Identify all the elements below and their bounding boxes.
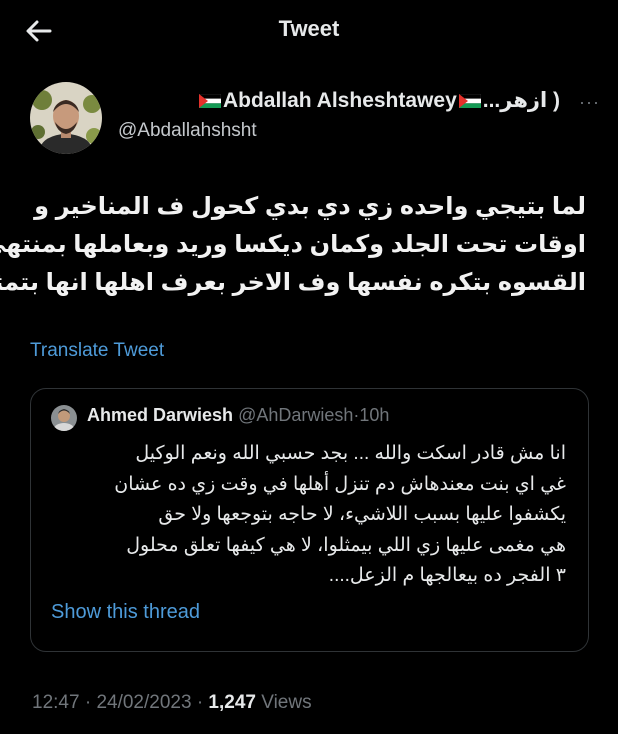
- quote-line: انا مش قادر اسكت والله ... بجد حسبي الله…: [135, 443, 566, 464]
- tweet-meta: 12:47 · 24/02/2023 · 1,247 Views: [32, 692, 312, 714]
- meta-separator: ·: [84, 692, 92, 713]
- more-options-button[interactable]: ···: [579, 92, 600, 113]
- quote-line: غي اي بنت معندهاش دم تنزل أهلها في وقت ز…: [114, 473, 566, 495]
- tweet-text: لما بتيجي واحده زي دي بدي كحول ف المناخي…: [0, 188, 586, 302]
- meta-separator: ·: [196, 692, 204, 713]
- quote-line: ٣ الفجر ده بيعالجها م الزعل....: [328, 565, 566, 586]
- top-bar: Tweet: [0, 0, 618, 60]
- quote-text: انا مش قادر اسكت والله ... بجد حسبي الله…: [46, 439, 566, 592]
- quote-timestamp: 10h: [359, 405, 390, 425]
- author-avatar[interactable]: [30, 82, 102, 154]
- avatar-image: [30, 82, 102, 154]
- views-label: Views: [261, 692, 312, 713]
- tweet-line: القسوه بتكره نفسها وف الاخر بعرف اهلها ا…: [0, 269, 586, 296]
- palestine-flag-icon: [458, 94, 481, 109]
- show-thread-link[interactable]: Show this thread: [51, 601, 200, 624]
- author-handle[interactable]: @Abdallahshsht: [118, 120, 257, 142]
- views-count: 1,247: [208, 692, 256, 713]
- quote-author-name: Ahmed Darwiesh: [87, 405, 234, 425]
- tweet-time[interactable]: 12:47: [32, 692, 80, 713]
- quote-avatar-image: [51, 405, 77, 431]
- palestine-flag-icon: [198, 94, 221, 109]
- quote-line: هي مغمى عليها زي اللي بيمثلوا، لا هي كيف…: [126, 534, 566, 556]
- author-display-name[interactable]: Abdallah Alsheshtawey ( ازهر...: [197, 88, 560, 113]
- translate-tweet-link[interactable]: Translate Tweet: [30, 340, 164, 362]
- quote-line: يكشفوا عليها بسبب اللاشيء، لا حاجه بتوجع…: [158, 504, 566, 525]
- author-name-text: Abdallah Alsheshtawey: [222, 89, 457, 112]
- author-name-tail: ( ازهر...: [482, 89, 560, 112]
- tweet-line: لما بتيجي واحده زي دي بدي كحول ف المناخي…: [34, 193, 586, 220]
- quote-author-avatar: [51, 405, 77, 431]
- tweet-line: اوقات تحت الجلد وكمان ديكسا وريد وبعامله…: [0, 231, 586, 258]
- page-title: Tweet: [278, 16, 340, 41]
- quote-header: Ahmed Darwiesh @AhDarwiesh·10h: [87, 405, 389, 426]
- tweet-date[interactable]: 24/02/2023: [96, 692, 191, 713]
- quote-author-handle: @AhDarwiesh: [238, 405, 354, 425]
- quoted-tweet-card[interactable]: Ahmed Darwiesh @AhDarwiesh·10h انا مش قا…: [30, 388, 589, 652]
